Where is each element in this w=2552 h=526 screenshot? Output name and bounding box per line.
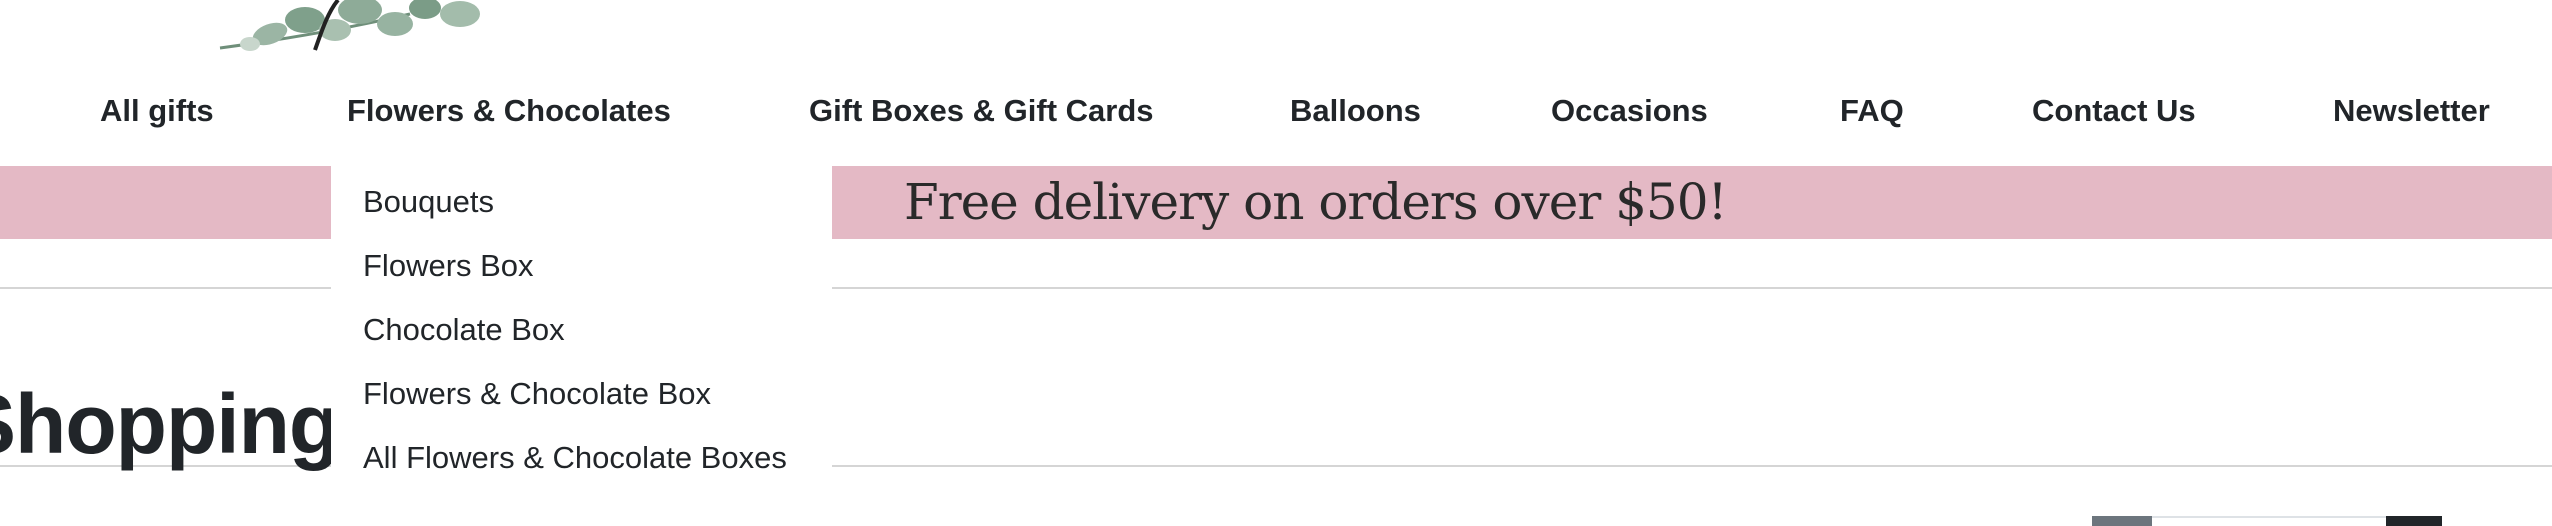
main-nav: All gifts Flowers & Chocolates Gift Boxe… <box>0 85 2552 137</box>
promo-banner-text: Free delivery on orders over $50! <box>904 173 1728 231</box>
dropdown-item-flowers-box[interactable]: Flowers Box <box>363 246 534 286</box>
nav-item-newsletter[interactable]: Newsletter <box>2333 85 2490 137</box>
logo-leaves-icon <box>219 0 480 51</box>
dropdown-item-bouquets[interactable]: Bouquets <box>363 182 494 222</box>
dropdown-item-all-flowers-chocolate-boxes[interactable]: All Flowers & Chocolate Boxes <box>363 438 787 478</box>
promo-banner: Free delivery on orders over $50! <box>832 166 2552 239</box>
nav-item-gift-boxes[interactable]: Gift Boxes & Gift Cards <box>809 85 1154 137</box>
nav-item-all-gifts[interactable]: All gifts <box>100 85 214 137</box>
quantity-input[interactable] <box>2152 516 2386 526</box>
quantity-decrease-button[interactable] <box>2092 516 2152 526</box>
promo-banner-left <box>0 166 331 239</box>
dropdown-item-flowers-chocolate-box[interactable]: Flowers & Chocolate Box <box>363 374 711 414</box>
quantity-increase-button[interactable] <box>2386 516 2442 526</box>
flowers-chocolates-dropdown: Bouquets Flowers Box Chocolate Box Flowe… <box>331 166 832 475</box>
nav-item-contact-us[interactable]: Contact Us <box>2032 85 2196 137</box>
dropdown-item-chocolate-box[interactable]: Chocolate Box <box>363 310 565 350</box>
nav-item-flowers-chocolates[interactable]: Flowers & Chocolates <box>347 85 671 137</box>
nav-item-faq[interactable]: FAQ <box>1840 85 1904 137</box>
nav-item-occasions[interactable]: Occasions <box>1551 85 1708 137</box>
nav-item-balloons[interactable]: Balloons <box>1290 85 1421 137</box>
